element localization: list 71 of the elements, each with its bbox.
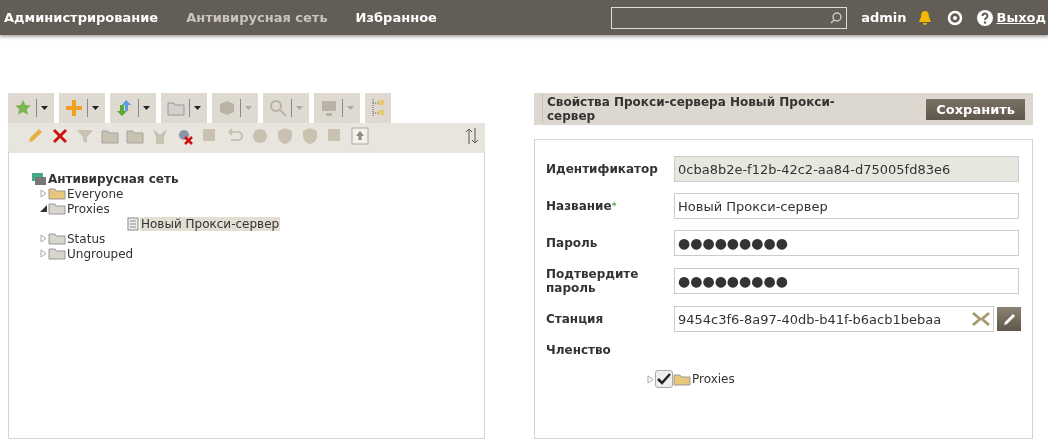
search-icon [269, 99, 287, 117]
caret-icon[interactable] [92, 106, 99, 110]
section-label: Членство [546, 343, 612, 357]
tree-item[interactable]: Status [66, 231, 107, 246]
group-label: Proxies [691, 372, 736, 386]
folder-icon [167, 99, 185, 117]
nav-link[interactable]: Антивирусная сеть [186, 10, 328, 25]
panel-title: Свойства Прокси-сервера Новый Прокси-сервер [542, 95, 882, 123]
field-label: Идентификатор [546, 162, 659, 176]
arrows-icon [116, 99, 134, 117]
shield-icon [301, 127, 319, 145]
folder-icon [48, 232, 66, 245]
caret-icon[interactable] [41, 106, 48, 110]
edit-button[interactable] [997, 307, 1021, 331]
tree-item[interactable]: Новый Прокси-сервер [140, 216, 281, 231]
circle-icon [251, 127, 269, 145]
tree-icon [371, 98, 385, 118]
station-field[interactable]: 9454c3f6-8a97-40db-b41f-b6acb1bebaa [674, 306, 994, 332]
tree-item[interactable]: Ungrouped [66, 246, 135, 261]
check-icon [657, 373, 671, 385]
text-field[interactable]: 0cba8b2e-f12b-42c2-aa84-d75005fd83e6 [674, 156, 1019, 182]
password-field[interactable]: ●●●●●●●●● [674, 230, 1019, 256]
pencil-icon [26, 127, 44, 145]
folder-icon [673, 372, 691, 386]
search-field[interactable] [611, 6, 848, 29]
pencil-icon [1002, 312, 1016, 326]
plus-icon [65, 99, 83, 117]
star-icon [14, 99, 32, 117]
field-label: Подтвердите пароль [546, 267, 640, 295]
settings-icon[interactable] [946, 9, 963, 26]
field-label: Станция [546, 312, 605, 326]
folder-icon [48, 202, 66, 215]
sort-icon[interactable] [465, 127, 479, 145]
clear-icon[interactable] [971, 310, 991, 328]
nav-link[interactable]: Администрирование [4, 10, 159, 25]
checkbox[interactable] [655, 370, 673, 388]
folder-icon [126, 127, 144, 145]
caret-icon[interactable] [194, 106, 201, 110]
delete-icon [51, 127, 69, 145]
expand-icon[interactable] [646, 374, 655, 384]
caret-icon[interactable] [143, 106, 150, 110]
expand-icon[interactable] [39, 249, 48, 258]
logout-link[interactable]: Выход [996, 10, 1046, 25]
password-field[interactable]: ●●●●●●●●● [674, 268, 1019, 294]
network-icon [31, 171, 47, 186]
shield-icon [276, 127, 294, 145]
search-icon [830, 11, 843, 24]
funnel-icon [76, 127, 94, 145]
tree-view-button[interactable] [365, 93, 391, 123]
text-field[interactable]: Новый Прокси-сервер [674, 193, 1019, 219]
folder-icon [48, 187, 66, 200]
tree-item[interactable]: Everyone [66, 186, 125, 201]
gear-delete-icon [176, 127, 194, 145]
help-icon[interactable] [976, 9, 993, 26]
upload-icon [351, 127, 369, 145]
save-button[interactable]: Сохранить [926, 98, 1025, 120]
monitor-icon [320, 99, 338, 117]
nav-link[interactable]: Избранное [355, 10, 437, 25]
folder-icon [101, 127, 119, 145]
expand-icon[interactable] [39, 189, 48, 198]
field-label: Название* [546, 199, 618, 213]
folder-icon [48, 247, 66, 260]
cube-icon [218, 99, 236, 117]
user-name: admin [861, 10, 907, 25]
expand-icon[interactable] [39, 234, 48, 243]
collapse-icon[interactable] [39, 204, 48, 213]
tree-root[interactable]: Антивирусная сеть [47, 171, 180, 186]
bell-icon[interactable] [916, 9, 933, 26]
field-label: Пароль [546, 236, 599, 250]
tree-item[interactable]: Proxies [66, 201, 111, 216]
server-icon [126, 216, 140, 231]
